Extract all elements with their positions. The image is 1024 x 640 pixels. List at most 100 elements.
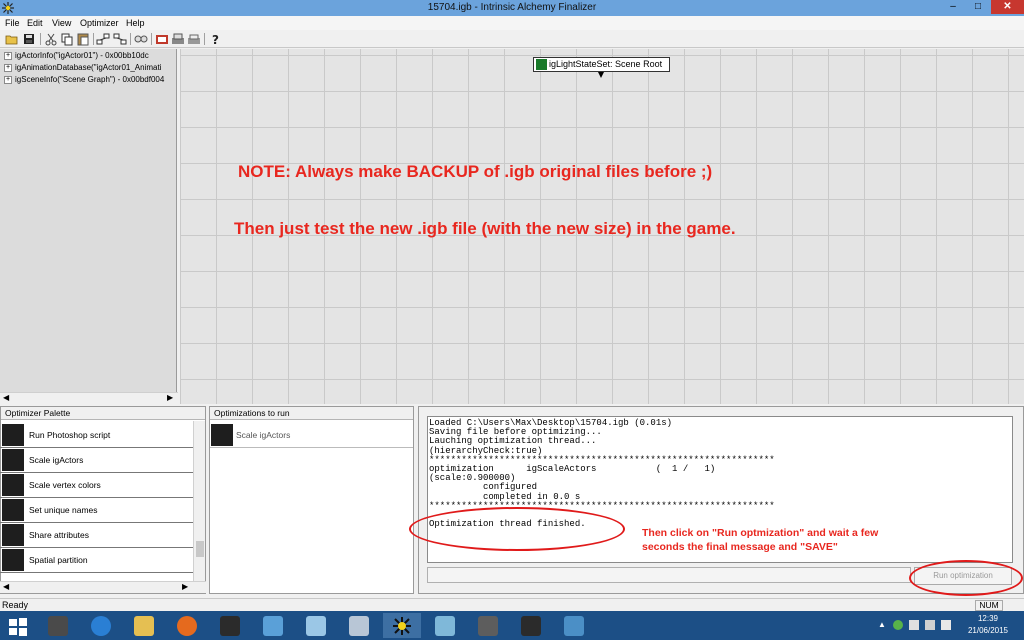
taskbar-item-active[interactable] (383, 613, 421, 638)
taskbar-item[interactable] (555, 613, 593, 638)
note-test: Then just test the new .igb file (with t… (234, 219, 736, 238)
palette-header: Optimizer Palette (1, 407, 205, 420)
toolbar-separator (130, 33, 131, 45)
tray-security-icon[interactable] (893, 620, 903, 630)
notepad-icon (435, 616, 455, 636)
tray-flag-icon[interactable] (909, 620, 919, 630)
taskbar-item[interactable] (168, 613, 206, 638)
palette-vertical-scrollbar[interactable] (193, 421, 205, 581)
print-icon[interactable] (171, 32, 185, 46)
expand-icon[interactable]: + (4, 63, 12, 72)
menu-edit[interactable]: Edit (27, 16, 43, 30)
windows-logo-icon[interactable] (8, 617, 28, 637)
photos-icon (564, 616, 584, 636)
palette-item[interactable]: Spatial partition (0, 548, 193, 573)
optimizer-star-icon (2, 424, 24, 446)
clock-time: 12:39 (977, 614, 999, 623)
menu-optimizer[interactable]: Optimizer (80, 16, 119, 30)
tree-node[interactable]: + igAnimationDatabase("igActor01_Animati (4, 62, 176, 74)
menu-bar: File Edit View Optimizer Help (0, 16, 1024, 30)
tree-node[interactable]: + igSceneInfo("Scene Graph") - 0x00bdf004 (4, 74, 176, 86)
tray-expand-icon[interactable]: ▲ (878, 620, 888, 630)
alchemy-app-icon (393, 617, 411, 635)
export-icon[interactable] (155, 32, 169, 46)
window-title: 15704.igb - Intrinsic Alchemy Finalizer (427, 2, 597, 13)
scroll-left-icon[interactable]: ◀ (3, 393, 9, 402)
taskbar-item[interactable] (297, 613, 335, 638)
tray-network-icon[interactable] (925, 620, 935, 630)
gimp-icon (478, 616, 498, 636)
print-preview-icon[interactable] (187, 32, 201, 46)
palette-item-label: Share attributes (29, 530, 90, 540)
finished-message-highlight-ring (409, 507, 625, 551)
menu-file[interactable]: File (5, 16, 20, 30)
num-lock-indicator: NUM (975, 600, 1003, 611)
help-icon[interactable]: ? (208, 32, 222, 46)
menu-view[interactable]: View (52, 16, 71, 30)
maximize-button[interactable]: □ (966, 0, 990, 14)
palette-item[interactable]: Scale vertex colors (0, 473, 193, 498)
open-folder-icon[interactable] (5, 32, 19, 46)
firefox-icon (177, 616, 197, 636)
progress-bar (427, 567, 911, 583)
system-clock[interactable]: 12:39 21/06/2015 (960, 613, 1016, 637)
taskbar-item[interactable] (254, 613, 292, 638)
annotation-line1: Then click on "Run optmization" and wait… (642, 527, 879, 539)
expand-icon[interactable]: + (4, 51, 12, 60)
taskbar: ▲ 12:39 21/06/2015 (0, 611, 1024, 640)
palette-item[interactable]: Scale igActors (0, 448, 193, 473)
taskbar-item[interactable] (340, 613, 378, 638)
scroll-right-icon[interactable]: ▶ (167, 393, 173, 402)
taskbar-item[interactable] (426, 613, 464, 638)
close-button[interactable]: ✕ (991, 0, 1024, 14)
palette-item[interactable]: Share attributes (0, 523, 193, 548)
palette-item-label: Scale igActors (29, 455, 84, 465)
palette-horizontal-scrollbar[interactable]: ◀ ▶ (0, 581, 206, 593)
menu-help[interactable]: Help (126, 16, 145, 30)
node-graph-icon[interactable] (96, 32, 110, 46)
log-line: optimization igScaleActors ( 1 / 1) (429, 464, 716, 475)
palette-item[interactable]: Run Photoshop script (0, 423, 193, 448)
taskbar-item[interactable] (39, 613, 77, 638)
scene-root-node[interactable]: igLightStateSet: Scene Root (533, 57, 670, 72)
expand-icon[interactable]: + (4, 75, 12, 84)
svg-text:?: ? (212, 33, 219, 46)
run-button-highlight-ring (909, 560, 1023, 596)
scroll-thumb[interactable] (196, 541, 204, 557)
shield-logo-icon (521, 616, 541, 636)
start-button[interactable] (0, 613, 38, 638)
taskbar-item[interactable] (82, 613, 120, 638)
note-backup: NOTE: Always make BACKUP of .igb origina… (238, 162, 713, 181)
annotation-line2: seconds the final message and "SAVE" (642, 541, 838, 553)
taskbar-item[interactable] (469, 613, 507, 638)
tree-node[interactable]: + igActorInfo("igActor01") - 0x00bb10dc (4, 50, 176, 62)
toolbar-separator (40, 33, 41, 45)
minimize-button[interactable]: – (941, 0, 965, 14)
optimizer-star-icon (2, 499, 24, 521)
save-icon[interactable] (22, 32, 36, 46)
title-bar: 15704.igb - Intrinsic Alchemy Finalizer … (0, 0, 1024, 16)
optimizer-star-icon (2, 549, 24, 571)
optimization-item[interactable]: Scale igActors (210, 423, 413, 448)
palette-item-label: Spatial partition (29, 555, 88, 565)
batman-app-icon (48, 616, 68, 636)
taskbar-item[interactable] (125, 613, 163, 638)
cut-icon[interactable] (44, 32, 58, 46)
paint-icon (306, 616, 326, 636)
taskbar-item[interactable] (512, 613, 550, 638)
toolbar-separator (151, 33, 152, 45)
scene-tree: + igActorInfo("igActor01") - 0x00bb10dc +… (0, 49, 177, 392)
status-bar: Ready NUM (0, 598, 1024, 611)
palette-item[interactable]: Set unique names (0, 498, 193, 523)
scroll-right-icon[interactable]: ▶ (182, 582, 188, 591)
clock-date: 21/06/2015 (967, 626, 1009, 635)
link-nodes-icon[interactable] (134, 32, 148, 46)
node-graph-alt-icon[interactable] (113, 32, 127, 46)
tray-volume-icon[interactable] (941, 620, 951, 630)
taskbar-item[interactable] (211, 613, 249, 638)
tree-horizontal-scrollbar[interactable]: ◀ ▶ (0, 392, 178, 404)
file-explorer-icon (134, 616, 154, 636)
scroll-left-icon[interactable]: ◀ (3, 582, 9, 591)
paste-icon[interactable] (76, 32, 90, 46)
copy-icon[interactable] (60, 32, 74, 46)
